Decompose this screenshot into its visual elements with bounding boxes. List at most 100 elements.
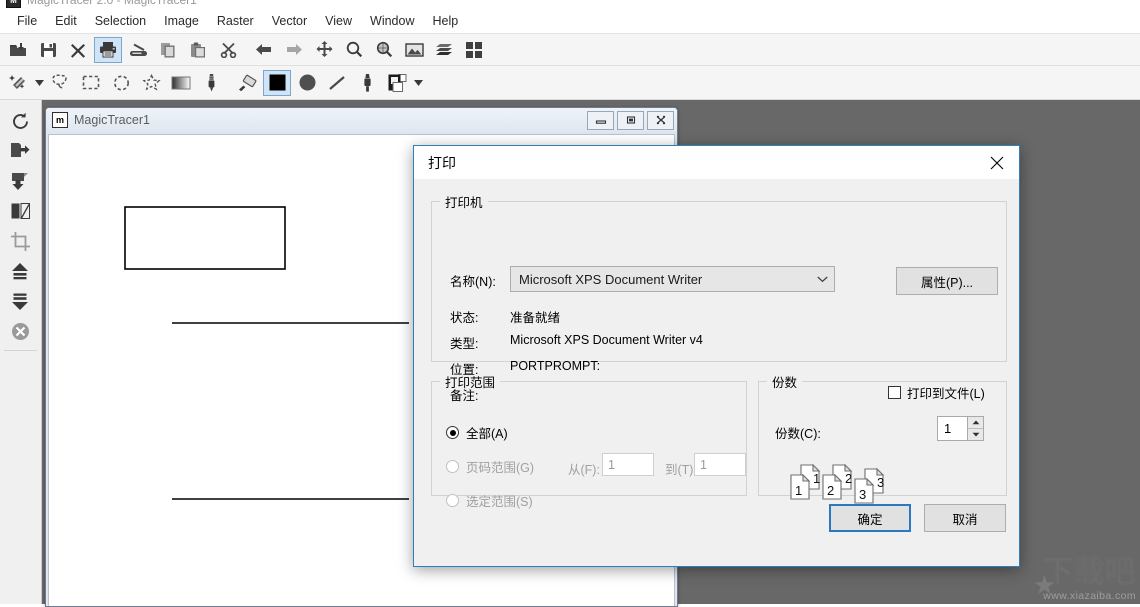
range-from-label: 从(F): <box>568 463 600 477</box>
printer-name-select[interactable]: Microsoft XPS Document Writer <box>510 266 835 292</box>
print-range-legend: 打印范围 <box>445 376 496 390</box>
menu-vector[interactable]: Vector <box>263 11 316 31</box>
app-icon: M <box>6 0 21 8</box>
document-close-button[interactable] <box>647 110 674 130</box>
open-icon[interactable] <box>4 37 32 63</box>
cut-icon[interactable] <box>214 37 242 63</box>
document-minimize-button[interactable] <box>587 110 614 130</box>
filled-rect-icon[interactable] <box>263 69 291 96</box>
app-title-bar: M MagicTracer 2.0 - MagicTracer1 <box>0 0 1140 9</box>
range-to-input[interactable]: 1 <box>694 453 746 476</box>
left-toolbar <box>0 100 42 604</box>
export-icon[interactable] <box>0 136 40 166</box>
move-up-icon[interactable] <box>0 256 40 286</box>
print-dialog-title-bar: 打印 <box>414 146 1019 179</box>
color-swatch-icon[interactable] <box>383 70 411 96</box>
printer-group: 打印机 名称(N): Microsoft XPS Document Writer… <box>431 192 1007 403</box>
printer-type-label: 类型: <box>450 337 479 351</box>
marker-icon[interactable] <box>353 70 381 96</box>
document-title: MagicTracer1 <box>74 113 150 127</box>
pan-icon[interactable] <box>310 37 338 63</box>
menu-raster[interactable]: Raster <box>208 11 263 31</box>
printer-status-label: 状态: <box>450 311 479 325</box>
printer-status-value: 准备就绪 <box>510 311 561 325</box>
grid-icon[interactable] <box>460 37 488 63</box>
star-icon: ★ <box>1032 570 1056 600</box>
menu-image[interactable]: Image <box>155 11 208 31</box>
zoom-region-icon[interactable] <box>370 37 398 63</box>
document-icon: m <box>52 112 68 128</box>
ok-button[interactable]: 确定 <box>829 504 911 532</box>
menu-window[interactable]: Window <box>361 11 423 31</box>
svg-text:2: 2 <box>845 471 852 486</box>
range-all-label: 全部(A) <box>466 427 508 441</box>
printer-type-value: Microsoft XPS Document Writer v4 <box>510 333 703 347</box>
ellipse-select-icon[interactable] <box>107 70 135 96</box>
delete-icon[interactable] <box>0 316 40 346</box>
left-toolbar-divider <box>4 350 37 351</box>
chevron-down-icon <box>817 272 828 286</box>
print-dialog-title: 打印 <box>428 154 456 171</box>
print-dialog: 打印 打印机 名称(N): Microsoft XPS Document Wri… <box>413 145 1020 567</box>
rotate-icon[interactable] <box>0 106 40 136</box>
menu-bar: File Edit Selection Image Raster Vector … <box>0 9 1140 34</box>
document-maximize-button[interactable] <box>617 110 644 130</box>
undo-icon[interactable] <box>250 37 278 63</box>
copy-icon[interactable] <box>154 37 182 63</box>
rect-select-icon[interactable] <box>77 70 105 96</box>
paste-icon[interactable] <box>184 37 212 63</box>
redo-icon[interactable] <box>280 37 308 63</box>
printer-where-value: PORTPROMPT: <box>510 359 601 373</box>
cancel-button[interactable]: 取消 <box>924 504 1006 532</box>
printer-properties-button[interactable]: 属性(P)... <box>896 267 998 295</box>
scanner-icon[interactable] <box>124 37 152 63</box>
copies-count-label: 份数(C): <box>775 427 821 441</box>
tools-toolbar <box>0 66 1140 100</box>
import-icon[interactable] <box>0 166 40 196</box>
printer-group-legend: 打印机 <box>445 196 483 210</box>
copies-group-legend: 份数 <box>772 376 798 390</box>
color-dropdown-icon[interactable] <box>412 70 425 96</box>
save-icon[interactable] <box>34 37 62 63</box>
svg-text:3: 3 <box>877 475 884 490</box>
zoom-icon[interactable] <box>340 37 368 63</box>
copies-group: 份数 份数(C): 1 1 1 2 2 3 3 <box>758 372 1007 504</box>
lasso-select-icon[interactable] <box>47 70 75 96</box>
filled-ellipse-icon[interactable] <box>293 70 321 96</box>
copies-count-stepper[interactable]: 1 <box>937 416 984 441</box>
polygon-select-icon[interactable] <box>137 70 165 96</box>
range-pages-label: 页码范围(G) <box>466 461 535 475</box>
pen-icon[interactable] <box>197 70 225 96</box>
menu-selection[interactable]: Selection <box>86 11 155 31</box>
layers-icon[interactable] <box>430 37 458 63</box>
crop-icon[interactable] <box>0 226 40 256</box>
image-adjust-icon[interactable] <box>400 37 428 63</box>
split-icon[interactable] <box>0 196 40 226</box>
main-toolbar <box>0 34 1140 66</box>
range-all-radio[interactable]: 全部(A) <box>446 423 508 442</box>
menu-file[interactable]: File <box>8 11 46 31</box>
app-title: MagicTracer 2.0 - MagicTracer1 <box>27 0 197 7</box>
line-icon[interactable] <box>323 70 351 96</box>
close-icon[interactable] <box>974 147 1019 179</box>
copies-count-input[interactable]: 1 <box>937 416 967 441</box>
range-pages-radio[interactable]: 页码范围(G) <box>446 457 534 476</box>
svg-text:1: 1 <box>813 471 820 486</box>
magic-wand-dropdown-icon[interactable] <box>33 70 46 96</box>
move-down-icon[interactable] <box>0 286 40 316</box>
magic-wand-icon[interactable] <box>4 70 32 96</box>
eraser-icon[interactable] <box>233 70 261 96</box>
stepper-down-icon[interactable] <box>968 429 983 440</box>
printer-name-value: Microsoft XPS Document Writer <box>519 271 703 287</box>
menu-help[interactable]: Help <box>424 11 468 31</box>
range-from-input[interactable]: 1 <box>602 453 654 476</box>
close-icon[interactable] <box>64 37 92 63</box>
stepper-up-icon[interactable] <box>968 417 983 429</box>
menu-edit[interactable]: Edit <box>46 11 86 31</box>
print-icon[interactable] <box>94 36 122 63</box>
print-range-group: 打印范围 全部(A) 页码范围(G) 从(F): 1 到(T): 1 选定范围(… <box>431 372 747 509</box>
printer-name-label: 名称(N): <box>450 275 496 289</box>
menu-view[interactable]: View <box>316 11 361 31</box>
application-window: M MagicTracer 2.0 - MagicTracer1 File Ed… <box>0 0 1140 607</box>
gradient-icon[interactable] <box>167 70 195 96</box>
